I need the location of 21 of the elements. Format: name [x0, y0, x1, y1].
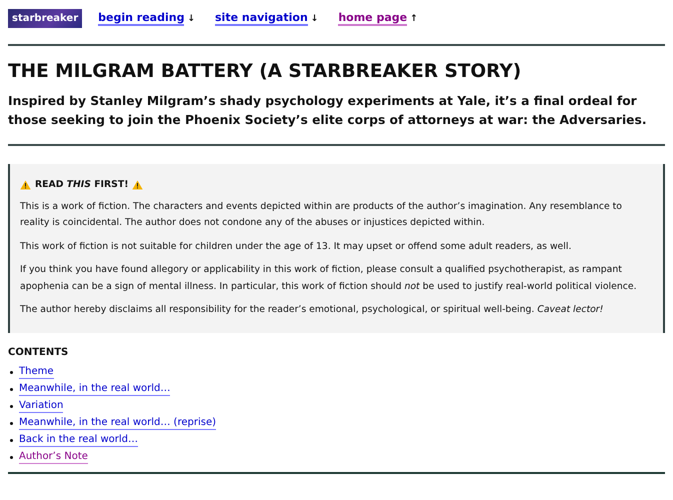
contents-link[interactable]: Back in the real world…	[19, 433, 138, 447]
contents-heading: CONTENTS	[8, 346, 70, 358]
notice-paragraph: This is a work of fiction. The characters and events depicted within are products of the author’s imagination. Any resemblance to reality is coincidental. The author does not condone any of the abuses or injustices depicted within.	[20, 200, 623, 230]
contents-link[interactable]: Author’s Note	[19, 450, 88, 464]
notice-paragraph: If you think you have found allegory or applicability in this work of fiction, please consult a qualified psychotherapist, as rampant apophenia can be a sign of mental illness. In particular, this work of fiction should not be used to justify real-world political violence.	[20, 263, 638, 294]
arrow-icon: ↑	[410, 14, 418, 24]
contents-link[interactable]: Meanwhile, in the real world…	[19, 382, 170, 396]
contents-link[interactable]: Theme	[19, 365, 54, 379]
nav-link[interactable]: site navigation	[215, 11, 308, 26]
site-logo[interactable]: starbreaker	[8, 9, 82, 28]
notice-paragraph: The author hereby disclaims all responsibility for the reader’s emotional, psychological, or spiritual well-being. Caveat lector!	[20, 303, 604, 317]
arrow-icon: ↓	[310, 14, 318, 24]
page-title: THE MILGRAM BATTERY (A STARBREAKER STORY)	[8, 61, 522, 82]
nav-link[interactable]: begin reading	[98, 11, 184, 26]
nav-link[interactable]: home page	[338, 11, 408, 26]
notice-heading: READ THIS FIRST!	[35, 178, 128, 192]
subtitle: Inspired by Stanley Milgram’s shady psychology experiments at Yale, it’s a final ordeal for those seeking to join the Phoenix Society’s elite corps of attorneys at war: the Adversaries.	[8, 93, 648, 129]
contents-link[interactable]: Variation	[19, 399, 64, 413]
arrow-icon: ↓	[187, 14, 195, 24]
contents-link[interactable]: Meanwhile, in the real world… (reprise)	[19, 416, 216, 430]
notice-paragraph: This work of fiction is not suitable for children under the age of 13. It may upset or offend some adult readers, as well.	[20, 240, 572, 254]
